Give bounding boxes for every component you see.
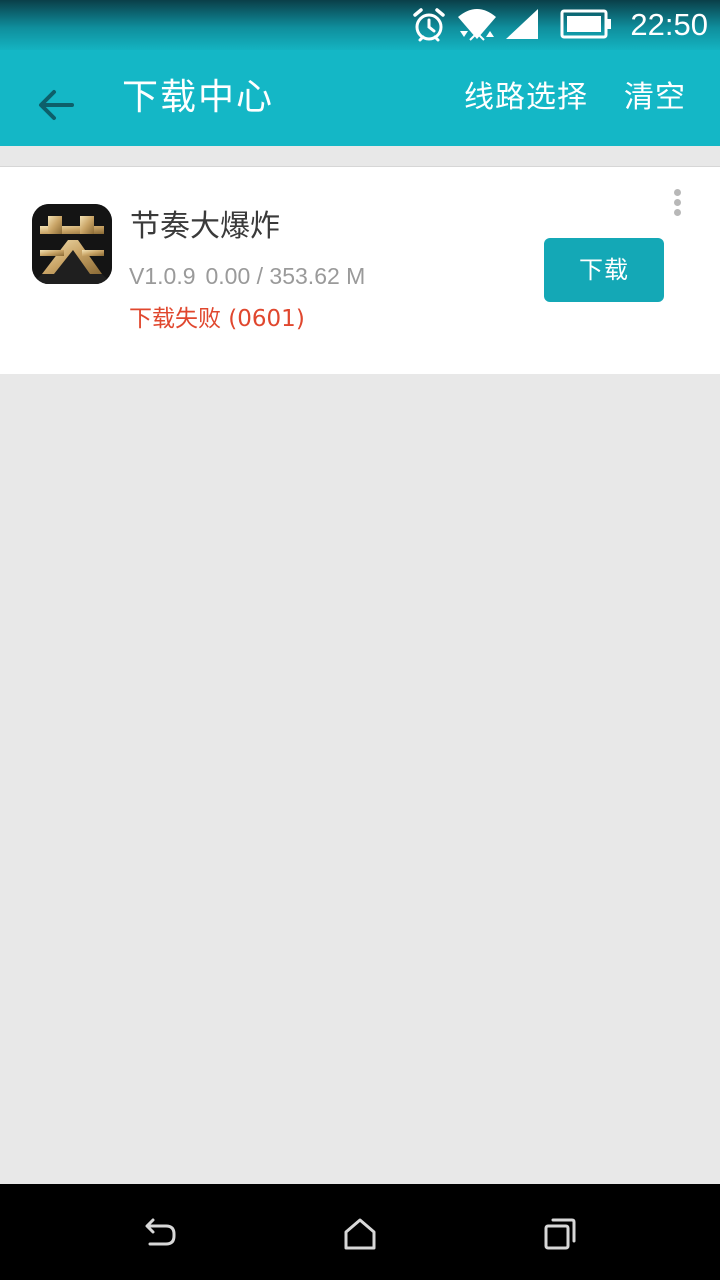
- download-item: 节奏大爆炸 V1.0.9 0.00 / 353.62 M 下载失败 (0601) …: [0, 167, 720, 374]
- download-progress: 0.00 / 353.62 M: [205, 263, 366, 289]
- status-time: 22:50: [630, 7, 708, 42]
- app-meta: V1.0.9 0.00 / 353.62 M: [129, 261, 365, 291]
- page-title: 下载中心: [122, 77, 275, 118]
- app-name: 节奏大爆炸: [130, 209, 280, 244]
- clear-button[interactable]: 清空: [624, 78, 686, 118]
- back-nav-icon[interactable]: [138, 1212, 182, 1256]
- home-nav-icon[interactable]: [338, 1212, 382, 1256]
- back-button[interactable]: [22, 68, 88, 134]
- alarm-icon: [413, 8, 445, 42]
- app-bar: 下载中心 线路选择 清空: [0, 50, 720, 146]
- recents-nav-icon[interactable]: [538, 1212, 582, 1256]
- app-version: V1.0.9: [129, 263, 196, 289]
- battery-icon: [560, 9, 611, 39]
- download-button[interactable]: 下载: [544, 238, 664, 302]
- wifi-icon: [458, 9, 496, 41]
- more-vertical-icon[interactable]: [664, 185, 692, 221]
- cell-signal-icon: [506, 9, 538, 39]
- beat-app-icon: [32, 204, 112, 284]
- status-bar: 22:50: [0, 0, 720, 50]
- route-select-button[interactable]: 线路选择: [464, 78, 588, 118]
- download-status: 下载失败 (0601): [129, 306, 305, 332]
- nav-bar: [0, 1184, 720, 1280]
- arrow-left-icon: [39, 90, 74, 120]
